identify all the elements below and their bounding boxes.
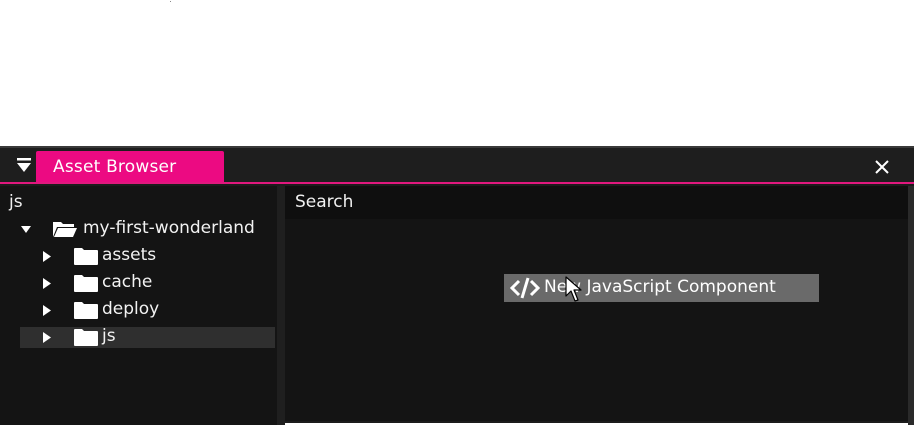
search-label: Search: [295, 192, 354, 212]
asset-content-area[interactable]: Search New JavaScript Component: [285, 186, 908, 421]
current-path-label: js: [9, 192, 23, 212]
new-javascript-component-menu-item[interactable]: New JavaScript Component: [504, 274, 819, 302]
tree-row-root[interactable]: my-first-wonderland: [20, 218, 275, 240]
tab-bar: Asset Browser: [0, 148, 914, 184]
tree-item-label: deploy: [102, 299, 160, 319]
code-icon: [510, 277, 540, 299]
viewport-dot: [170, 1, 171, 2]
search-bar[interactable]: Search: [285, 186, 908, 219]
folder-icon: [74, 329, 98, 346]
tree-row-js[interactable]: js: [20, 326, 275, 348]
tree-row-assets[interactable]: assets: [20, 245, 275, 267]
tree-item-label: cache: [102, 272, 153, 292]
viewport-area: [0, 0, 914, 146]
dropdown-menu-icon[interactable]: [14, 156, 34, 176]
tree-row-deploy[interactable]: deploy: [20, 299, 275, 321]
folder-icon: [74, 275, 98, 292]
panel-right-edge: [908, 186, 914, 425]
folder-open-icon: [53, 222, 77, 237]
expand-right-icon[interactable]: [42, 332, 52, 343]
tree-root-label: my-first-wonderland: [83, 218, 255, 238]
expand-down-icon[interactable]: [21, 224, 31, 235]
folder-icon: [74, 302, 98, 319]
mouse-cursor-icon: [565, 276, 582, 302]
close-icon[interactable]: [872, 157, 892, 177]
tree-row-cache[interactable]: cache: [20, 272, 275, 294]
tab-asset-browser[interactable]: Asset Browser: [36, 151, 224, 182]
expand-right-icon[interactable]: [42, 305, 52, 316]
tree-item-label: js: [102, 326, 116, 346]
pane-splitter[interactable]: [277, 186, 285, 425]
expand-right-icon[interactable]: [42, 251, 52, 262]
tab-title: Asset Browser: [53, 157, 177, 177]
asset-browser-panel: Asset Browser js my-first-wonderland ass…: [0, 146, 914, 425]
folder-tree: js my-first-wonderland assets cache depl…: [0, 186, 277, 425]
tree-item-label: assets: [102, 245, 157, 265]
expand-right-icon[interactable]: [42, 278, 52, 289]
folder-icon: [74, 248, 98, 265]
